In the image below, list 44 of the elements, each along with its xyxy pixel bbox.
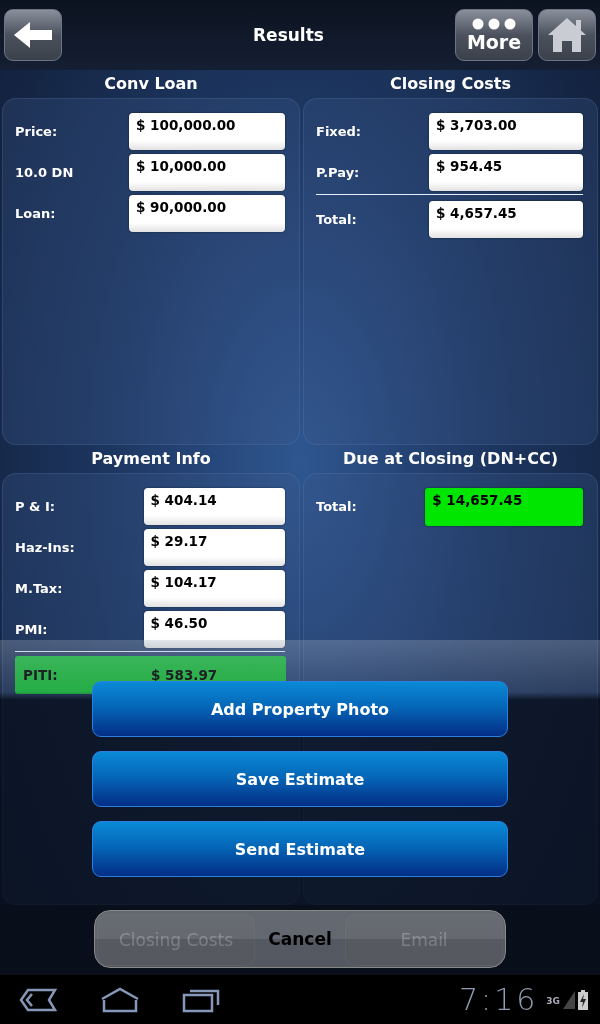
- home-icon[interactable]: [100, 986, 140, 1013]
- field-label: Total:: [316, 499, 358, 514]
- amount-field[interactable]: $ 3,703.00: [429, 113, 583, 150]
- action-button[interactable]: Save Estimate: [92, 751, 508, 807]
- field-label: Haz-Ins:: [15, 540, 76, 555]
- field-label: PITI:: [22, 667, 59, 683]
- dots-icon: [471, 18, 517, 30]
- field-label: Total:: [316, 212, 358, 227]
- clock-time: 7:16: [458, 982, 539, 1017]
- section-title: Conv Loan: [104, 73, 198, 95]
- amount-field[interactable]: $ 104.17: [143, 570, 285, 607]
- amount-field[interactable]: $ 100,000.00: [129, 113, 285, 150]
- amount-field[interactable]: $ 4,657.45: [429, 201, 583, 238]
- network-type: 3G: [546, 996, 560, 1006]
- field-label: P.Pay:: [316, 165, 361, 180]
- amount-field[interactable]: $ 29.17: [143, 529, 285, 566]
- field-label: M.Tax:: [15, 581, 64, 596]
- left-arrow-icon: [12, 21, 54, 49]
- home-button[interactable]: [538, 9, 596, 61]
- signal-icon: [562, 989, 576, 1010]
- field-label: 10.0 DN: [15, 165, 75, 180]
- amount-field[interactable]: $ 90,000.00: [129, 195, 285, 232]
- field-label: Loan:: [15, 206, 57, 221]
- action-button[interactable]: Send Estimate: [92, 821, 508, 877]
- amount-field[interactable]: $ 954.45: [429, 154, 583, 191]
- section-title: Payment Info: [91, 448, 211, 470]
- amount-field[interactable]: $ 46.50: [143, 611, 285, 648]
- amount-field[interactable]: $ 10,000.00: [129, 154, 285, 191]
- action-button[interactable]: Add Property Photo: [92, 681, 508, 737]
- total-field[interactable]: $ 14,657.45: [425, 487, 583, 526]
- house-icon: [546, 16, 588, 54]
- screen-title: Results: [252, 25, 325, 45]
- amount-value: $ 583.97: [150, 667, 218, 683]
- more-button[interactable]: More: [455, 9, 533, 61]
- field-label: PMI:: [15, 622, 49, 637]
- field-label: Fixed:: [316, 124, 363, 139]
- amount-field[interactable]: $ 404.14: [143, 488, 285, 525]
- back-icon[interactable]: [18, 987, 58, 1012]
- back-button[interactable]: [4, 9, 62, 61]
- field-label: Price:: [15, 124, 59, 139]
- battery-icon: [578, 989, 588, 1010]
- section-title: Closing Costs: [389, 73, 512, 95]
- field-label: P & I:: [15, 499, 56, 514]
- section-title: Due at Closing (DN+CC): [343, 448, 558, 470]
